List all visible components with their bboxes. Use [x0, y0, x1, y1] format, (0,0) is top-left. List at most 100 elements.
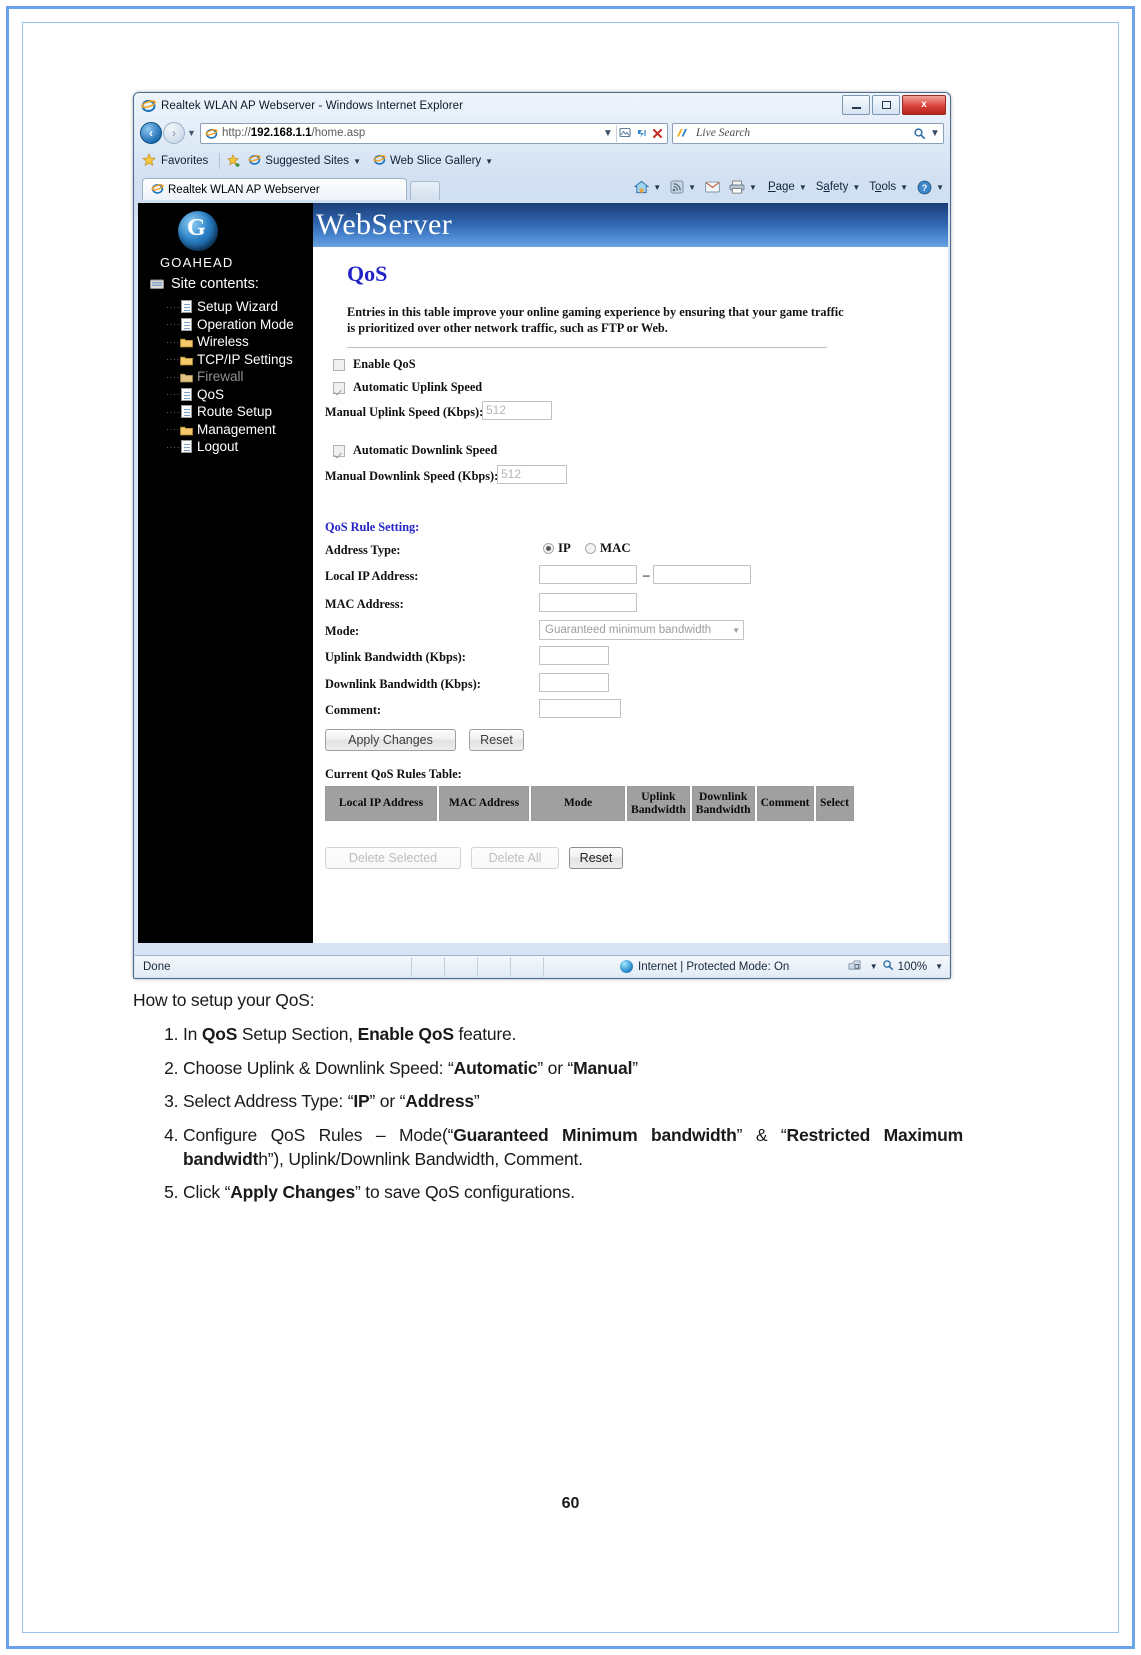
folder-icon — [180, 336, 193, 348]
reset-bottom-button[interactable]: Reset — [569, 847, 623, 869]
chevron-down-icon[interactable]: ▼ — [653, 183, 661, 192]
search-input[interactable]: Live Search — [692, 127, 911, 139]
qos-rule-setting-heading: QoS Rule Setting: — [325, 520, 420, 534]
local-ip-end-input[interactable] — [653, 565, 751, 584]
browser-status-bar: Done Internet | Protected Mode: On ▼ 100… — [135, 955, 949, 977]
zoom-icon[interactable] — [882, 959, 894, 974]
sidebar-item-setup-wizard[interactable]: ···· Setup Wizard — [166, 298, 311, 316]
address-type-ip-radio[interactable]: IP — [543, 541, 571, 556]
sidebar-item-logout[interactable]: ···· Logout — [166, 438, 311, 456]
sidebar-item-operation-mode[interactable]: ···· Operation Mode — [166, 316, 311, 334]
read-mail-button[interactable] — [705, 181, 720, 193]
forward-button[interactable]: › — [163, 122, 185, 144]
refresh-icon[interactable] — [633, 124, 649, 143]
address-type-mac-radio[interactable]: MAC — [585, 541, 631, 556]
favorites-button[interactable]: Favorites — [141, 152, 209, 170]
folder-icon — [180, 424, 193, 436]
reset-button[interactable]: Reset — [469, 729, 524, 751]
page-icon — [181, 317, 192, 331]
live-search-icon — [675, 127, 688, 140]
downlink-bandwidth-input[interactable] — [539, 673, 609, 692]
security-zone[interactable]: Internet | Protected Mode: On — [620, 960, 789, 973]
compatibility-view-icon[interactable] — [617, 124, 633, 143]
chevron-down-icon[interactable]: ▼ — [935, 962, 943, 971]
stop-icon[interactable] — [649, 124, 665, 143]
maximize-button[interactable] — [872, 95, 900, 115]
chevron-down-icon[interactable]: ▼ — [870, 962, 878, 971]
delete-all-button[interactable]: Delete All — [471, 847, 559, 869]
search-icon[interactable] — [911, 124, 927, 143]
tab-label: Realtek WLAN AP Webserver — [168, 183, 320, 196]
list-item: Select Address Type: “IP” or “Address” — [183, 1090, 963, 1114]
automatic-downlink-speed-label: Automatic Downlink Speed — [353, 443, 498, 457]
sidebar-item-tcpip-settings[interactable]: ···· TCP/IP Settings — [166, 351, 311, 369]
feeds-button[interactable]: ▼ — [670, 180, 696, 194]
close-button[interactable]: x — [902, 95, 946, 115]
back-button[interactable]: ‹ — [140, 122, 162, 144]
folder-icon — [180, 354, 193, 366]
goahead-logo-icon: G — [178, 211, 218, 251]
step-text-4: Configure QoS Rules – Mode(“Guaranteed M… — [183, 1124, 963, 1169]
comment-label: Comment: — [325, 703, 382, 717]
star-icon — [141, 152, 157, 170]
privacy-report-icon[interactable] — [847, 959, 862, 975]
mode-label: Mode: — [325, 624, 360, 638]
tab-realtek-webserver[interactable]: Realtek WLAN AP Webserver — [142, 178, 407, 200]
new-tab-button[interactable] — [410, 181, 440, 200]
security-zone-label: Internet | Protected Mode: On — [638, 960, 790, 973]
page-menu-button[interactable]: Page ▼ — [768, 181, 807, 193]
suggested-sites-button[interactable]: Suggested Sites ▼ — [248, 153, 361, 169]
sidebar-item-qos[interactable]: ···· QoS — [166, 386, 311, 404]
sidebar-item-firewall[interactable]: ···· Firewall — [166, 368, 311, 386]
column-header-uplink-bandwidth: Uplink Bandwidth — [627, 786, 690, 822]
suggested-sites-label: Suggested Sites — [265, 155, 350, 167]
manual-downlink-speed-input[interactable]: 512 — [497, 465, 567, 484]
manual-uplink-speed-input[interactable]: 512 — [482, 401, 552, 420]
mac-address-input[interactable] — [539, 593, 637, 612]
automatic-uplink-speed-label: Automatic Uplink Speed — [353, 380, 483, 394]
favorites-bar: Favorites Suggested Sites ▼ Web Slice Ga… — [134, 148, 950, 174]
chevron-down-icon[interactable]: ▼ — [688, 183, 696, 192]
address-dropdown-icon[interactable]: ▼ — [600, 124, 616, 143]
automatic-downlink-speed-checkbox[interactable] — [333, 445, 345, 457]
local-ip-start-input[interactable] — [539, 565, 637, 584]
minimize-button[interactable] — [842, 95, 870, 115]
current-qos-rules-table-caption: Current QoS Rules Table: — [325, 767, 462, 781]
help-button[interactable]: ? ▼ — [917, 180, 944, 195]
status-cell — [510, 956, 543, 977]
apply-changes-button[interactable]: Apply Changes — [325, 729, 456, 751]
internet-explorer-icon — [141, 98, 156, 113]
add-to-favorites-bar-icon[interactable] — [227, 154, 241, 168]
chevron-down-icon[interactable]: ▼ — [749, 183, 757, 192]
sidebar-item-wireless[interactable]: ···· Wireless — [166, 333, 311, 351]
home-button[interactable]: ▼ — [634, 180, 661, 194]
comment-input[interactable] — [539, 699, 621, 718]
search-box[interactable]: Live Search ▼ — [672, 122, 944, 144]
chevron-down-icon: ▼ — [353, 156, 361, 166]
tools-menu-button[interactable]: Tools ▼ — [869, 181, 908, 193]
delete-selected-button[interactable]: Delete Selected — [325, 847, 461, 869]
safety-menu-button[interactable]: Safety ▼ — [816, 181, 861, 193]
web-slice-gallery-button[interactable]: Web Slice Gallery ▼ — [373, 153, 493, 169]
uplink-bandwidth-label: Uplink Bandwidth (Kbps): — [325, 650, 466, 664]
uplink-bandwidth-input[interactable] — [539, 646, 609, 665]
automatic-uplink-speed-checkbox[interactable] — [333, 382, 345, 394]
tree-connector: ···· — [166, 371, 180, 382]
sidebar-item-label: Logout — [197, 439, 239, 455]
enable-qos-checkbox[interactable] — [333, 359, 345, 371]
mode-select[interactable]: Guaranteed minimum bandwidth ▼ — [539, 620, 744, 640]
search-dropdown-icon[interactable]: ▼ — [927, 124, 943, 143]
address-bar[interactable]: http://192.168.1.1/home.asp ▼ — [200, 122, 668, 144]
chevron-down-icon: ▼ — [485, 156, 494, 166]
manual-uplink-speed-label: Manual Uplink Speed (Kbps): — [325, 405, 484, 419]
address-type-ip-label: IP — [558, 541, 571, 555]
status-cell — [477, 956, 510, 977]
chevron-down-icon: ▼ — [900, 182, 909, 192]
sidebar-item-management[interactable]: ···· Management — [166, 421, 311, 439]
recent-pages-chevron-icon[interactable]: ▼ — [185, 128, 198, 138]
browser-titlebar: Realtek WLAN AP Webserver - Windows Inte… — [134, 93, 950, 118]
zoom-level-label[interactable]: 100% — [898, 961, 927, 973]
print-button[interactable]: ▼ — [729, 180, 757, 194]
sidebar-item-route-setup[interactable]: ···· Route Setup — [166, 403, 311, 421]
favorites-label: Favorites — [161, 155, 209, 167]
